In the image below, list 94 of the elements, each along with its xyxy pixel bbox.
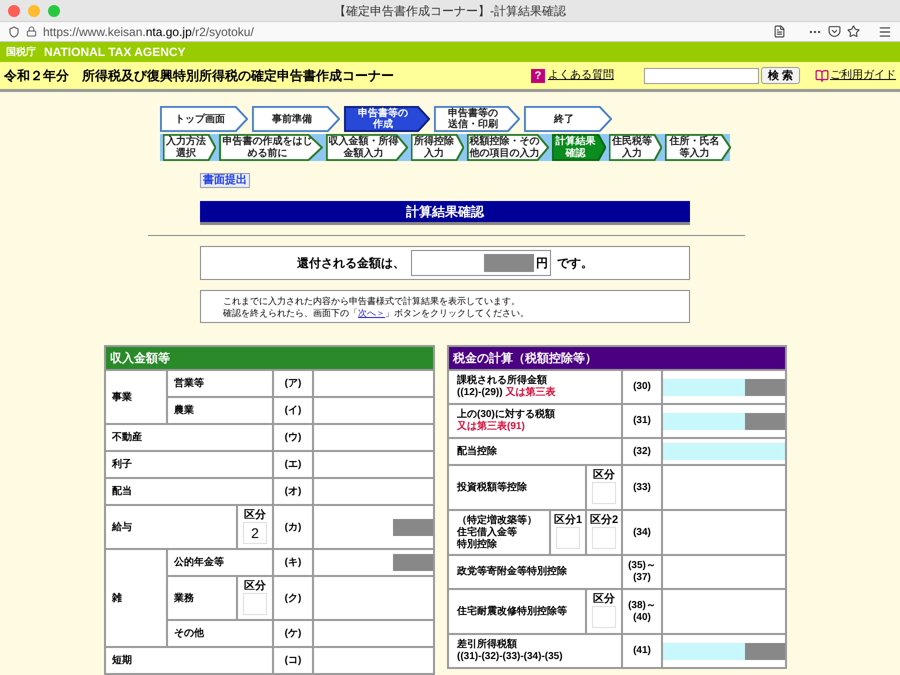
line-code: (32): [623, 439, 661, 464]
tax-label: 政党等寄附金等特別控除: [449, 556, 621, 588]
income-label: 業務: [168, 577, 236, 619]
progress-step[interactable]: トップ画面: [160, 106, 248, 132]
refund-suffix: です。: [557, 255, 593, 272]
menu-icon[interactable]: [878, 24, 892, 38]
line-code: (コ): [274, 648, 312, 673]
line-code: (34): [623, 511, 661, 554]
tax-label: 上の(30)に対する税額 又は第三表(91): [449, 405, 621, 437]
category-label: 区分: [244, 508, 266, 522]
close-window-icon[interactable]: [8, 4, 20, 16]
progress-step[interactable]: 終了: [524, 106, 612, 132]
help-icon[interactable]: ?: [530, 68, 545, 82]
sub-step[interactable]: 入力方法選択: [163, 134, 216, 161]
pocket-icon[interactable]: [828, 25, 841, 38]
redaction-block: [393, 518, 433, 536]
income-label: 利子: [106, 452, 272, 477]
progress-step[interactable]: 事前準備: [252, 106, 340, 132]
corner-title: 令和２年分 所得税及び復興特別所得税の確定申告書作成コーナー: [4, 66, 394, 85]
income-label: 不動産: [106, 425, 272, 450]
category-field[interactable]: [592, 527, 616, 549]
line-code: (41): [623, 635, 661, 667]
line-code: (ア): [274, 371, 312, 396]
line-code: (ケ): [274, 621, 312, 646]
progress-step[interactable]: 申告書等の作成: [344, 106, 430, 132]
bookmark-star-icon[interactable]: [847, 25, 860, 38]
notice-text: これまでに入力された内容から申告書様式で計算結果を表示しています。: [223, 294, 521, 307]
income-label: 配当: [106, 479, 272, 504]
lock-icon[interactable]: [26, 26, 37, 37]
tax-label: （特定増改築等） 住宅借入金等 特別控除: [449, 511, 549, 554]
category-label: 区分: [244, 579, 266, 593]
category-label: 区分2: [590, 513, 618, 527]
redaction-block: [393, 554, 433, 571]
yen-unit: 円: [536, 255, 548, 272]
category-field[interactable]: 2: [243, 522, 267, 544]
income-label: 給与: [106, 506, 236, 548]
window-title: 【確定申告書作成コーナー】-計算結果確認: [334, 2, 566, 20]
tax-label: 課税される所得金額 ((12)-(29)) 又は第三表: [449, 371, 621, 403]
search-button[interactable]: 検 索: [760, 67, 800, 84]
redaction-block: [745, 642, 785, 660]
tax-label: 投資税額等控除: [449, 466, 585, 509]
sub-step[interactable]: 税額控除・その他の項目の入力: [467, 134, 549, 161]
line-code: (イ): [274, 398, 312, 423]
income-label: 短期: [106, 648, 272, 673]
sub-step[interactable]: 住民税等入力: [609, 134, 662, 161]
search-field[interactable]: [644, 68, 759, 84]
line-code: (30): [623, 371, 661, 403]
reader-view-icon[interactable]: [773, 25, 786, 38]
guide-link[interactable]: ご利用ガイド: [830, 67, 896, 84]
refund-label: 還付される金額は、: [297, 255, 405, 272]
progress-step[interactable]: 申告書等の送信・印刷: [434, 106, 520, 132]
income-label: 公的年金等: [168, 550, 272, 575]
maximize-window-icon[interactable]: [48, 4, 60, 16]
line-code: (33): [623, 466, 661, 509]
income-label: その他: [168, 621, 272, 646]
sub-step[interactable]: 計算結果確認: [552, 134, 606, 161]
category-field[interactable]: [243, 593, 267, 615]
category-label: 区分: [593, 468, 615, 482]
sub-step[interactable]: 所得控除入力: [411, 134, 464, 161]
line-code: (ク): [274, 577, 312, 619]
page-heading: 計算結果確認: [200, 201, 690, 225]
line-code: (ウ): [274, 425, 312, 450]
faq-link[interactable]: よくある質問: [548, 67, 614, 84]
paper-submission-button[interactable]: 書面提出: [200, 173, 250, 188]
book-icon[interactable]: [815, 68, 829, 82]
next-link[interactable]: 次へ＞: [358, 308, 385, 318]
line-code: (38)～(40): [623, 590, 661, 633]
tax-label: 差引所得税額 ((31)-(32)-(33)-(34)-(35): [449, 635, 621, 667]
line-code: (35)～(37): [623, 556, 661, 588]
redaction-block: [745, 378, 785, 396]
category-field[interactable]: [592, 606, 616, 628]
tax-label: 配当控除: [449, 439, 621, 464]
category-field[interactable]: [592, 482, 616, 504]
sub-step[interactable]: 申告書の作成をはじめる前に: [219, 134, 323, 161]
income-label: 営業等: [168, 371, 272, 396]
line-code: (キ): [274, 550, 312, 575]
line-code: (31): [623, 405, 661, 437]
category-label: 区分1: [554, 513, 582, 527]
income-header: 収入金額等: [106, 347, 433, 369]
tax-header: 税金の計算（税額控除等）: [449, 347, 785, 369]
redaction-block: [745, 412, 785, 430]
line-code: (カ): [274, 506, 312, 548]
notice-text: 確認を終えられたら、画面下の「次へ＞」ボタンをクリックしてください。: [223, 306, 530, 319]
sub-step[interactable]: 住所・氏名等入力: [665, 134, 731, 161]
category-field[interactable]: [556, 527, 580, 549]
category-label: 区分: [593, 592, 615, 606]
group-label: 事業: [106, 371, 166, 423]
shield-icon[interactable]: [8, 26, 20, 38]
tax-label: 住宅耐震改修特別控除等: [449, 590, 585, 633]
income-label: 農業: [168, 398, 272, 423]
line-code: (オ): [274, 479, 312, 504]
group-label: 雑: [106, 550, 166, 646]
line-code: (エ): [274, 452, 312, 477]
sub-step[interactable]: 収入金額・所得金額入力: [326, 134, 408, 161]
